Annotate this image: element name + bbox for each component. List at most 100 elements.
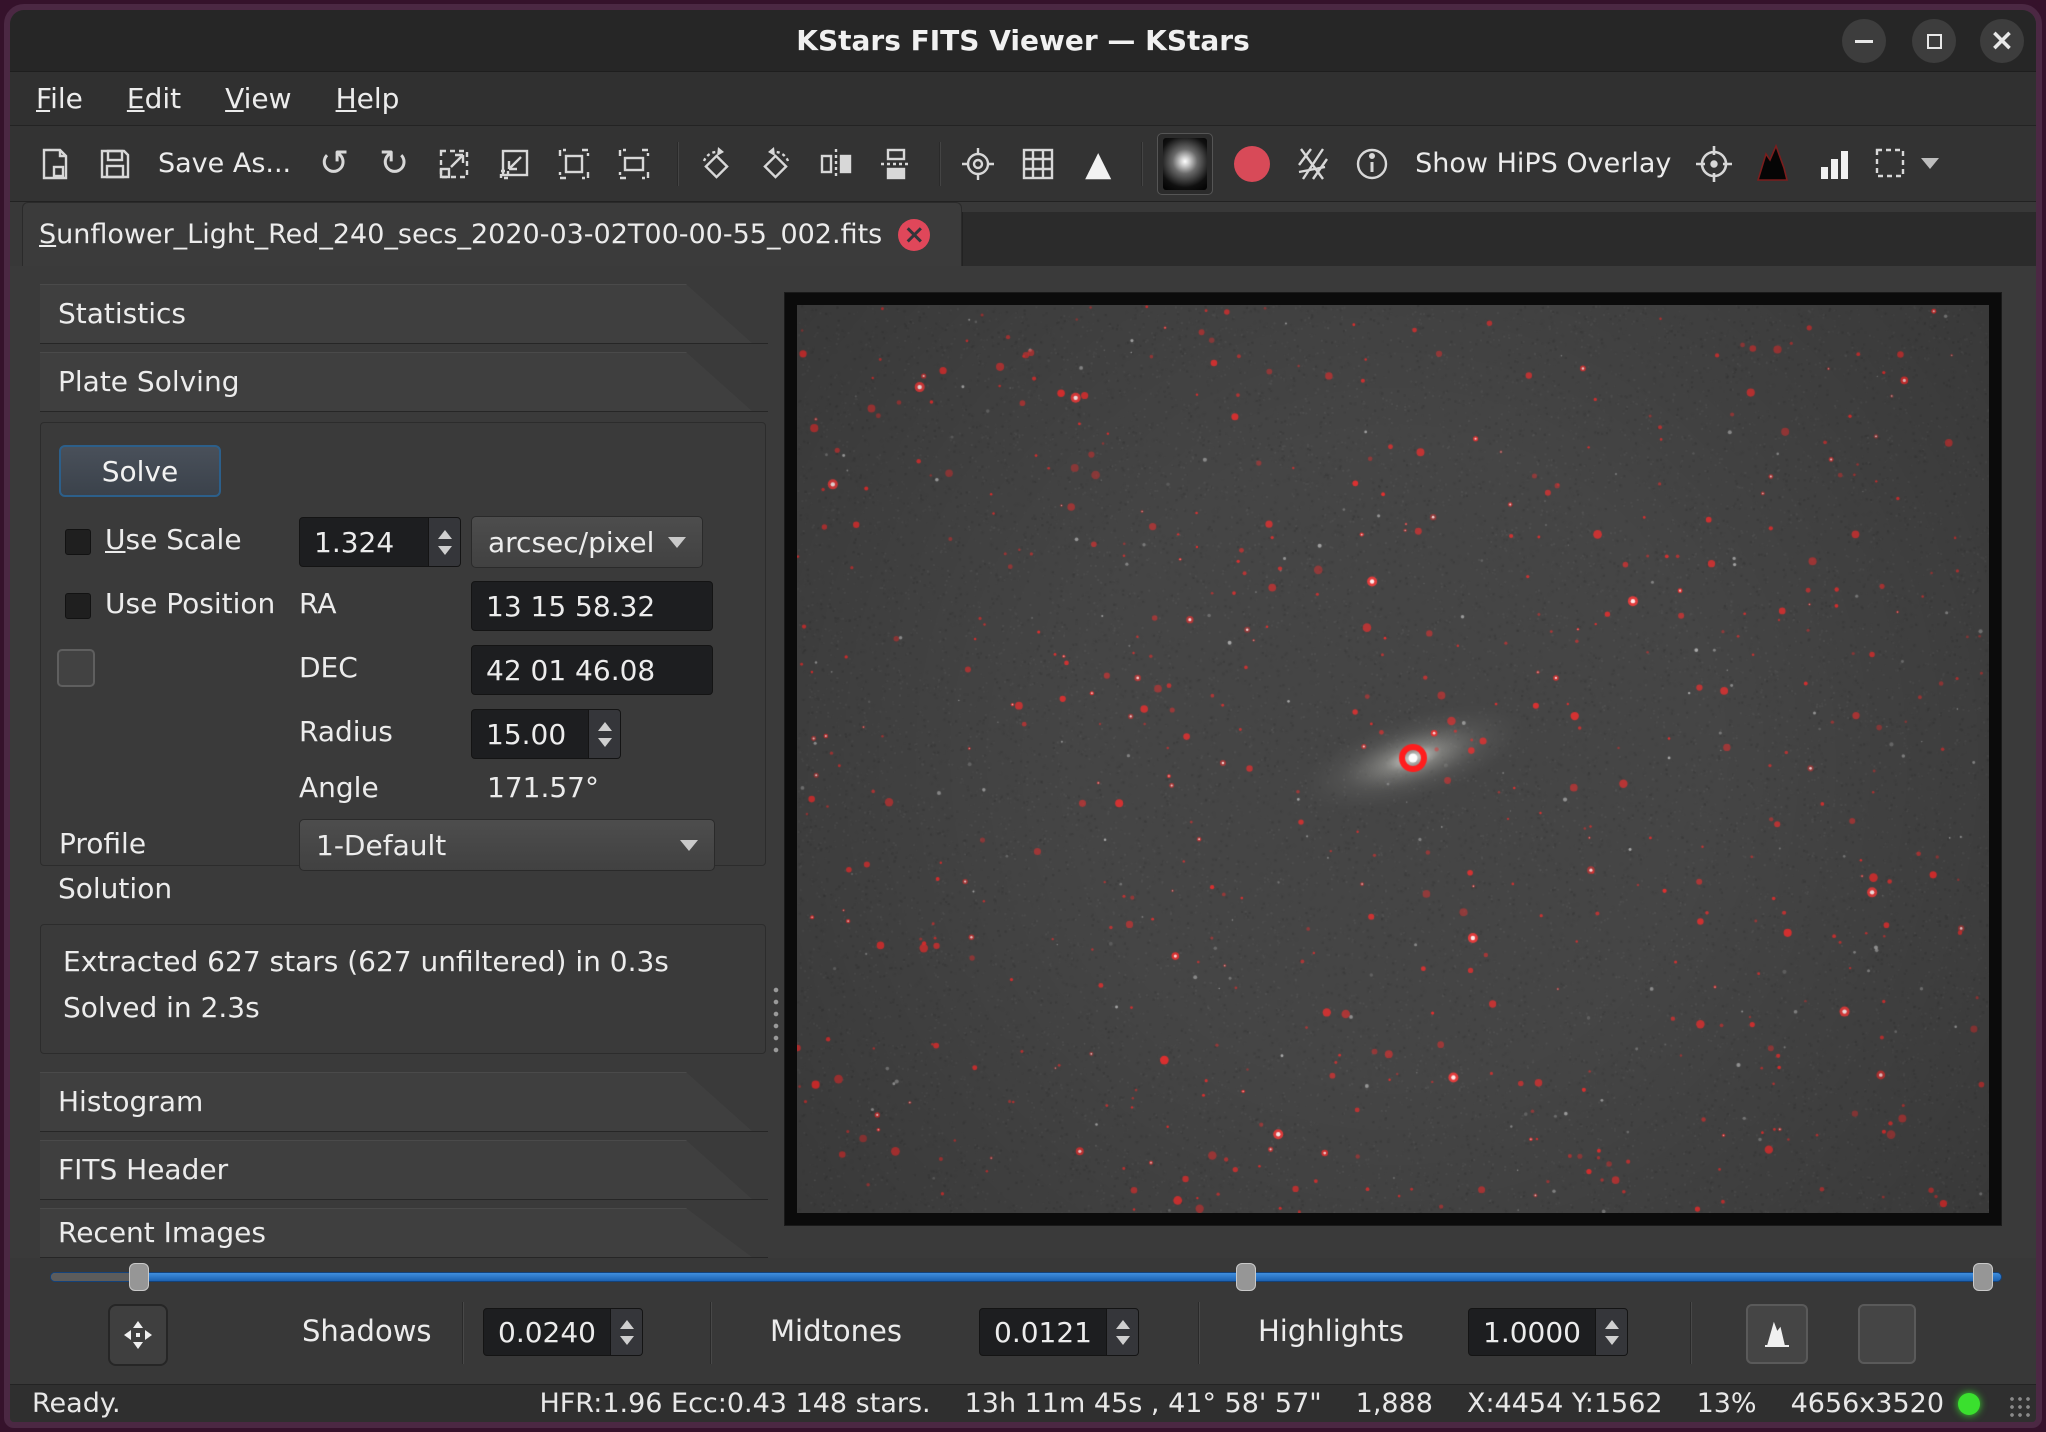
stretch-slider-track[interactable] xyxy=(50,1272,2002,1282)
close-icon: × xyxy=(1989,26,2014,56)
zoom-actual-size-button[interactable] xyxy=(611,135,657,193)
minimize-button[interactable] xyxy=(1842,19,1886,63)
spin-down-icon[interactable] xyxy=(598,738,612,747)
close-button[interactable]: × xyxy=(1980,19,2024,63)
shadows-slider-handle[interactable] xyxy=(129,1263,149,1291)
use-position-checkbox[interactable] xyxy=(65,593,91,619)
pixel-grid-button[interactable] xyxy=(1289,135,1335,193)
dec-input[interactable]: 42 01 46.08 xyxy=(471,645,713,695)
spin-up-icon[interactable] xyxy=(598,722,612,731)
highlights-spinbox[interactable]: 1.0000 xyxy=(1468,1308,1628,1356)
zoom-in-button[interactable] xyxy=(431,135,477,193)
midtones-spinbox[interactable]: 0.0121 xyxy=(979,1308,1139,1356)
menu-file[interactable]: File xyxy=(36,82,83,115)
extra-checkbox[interactable] xyxy=(57,649,95,687)
center-crosshair-button[interactable] xyxy=(1691,135,1737,193)
separator xyxy=(462,1302,464,1364)
resize-grip[interactable] xyxy=(2008,1395,2032,1419)
flip-vertical-button[interactable] xyxy=(873,135,919,193)
radius-spinbox[interactable]: 15.00 xyxy=(471,709,621,759)
radius-spin-arrows[interactable] xyxy=(588,710,620,758)
highlights-spin-arrows[interactable] xyxy=(1595,1309,1627,1355)
use-scale-label: Use Scale xyxy=(105,523,242,556)
splitter-handle[interactable] xyxy=(772,984,780,1054)
spin-up-icon[interactable] xyxy=(438,530,452,539)
center-telescope-button[interactable] xyxy=(955,135,1001,193)
image-tab-label: Sunflower_Light_Red_240_secs_2020-03-02T… xyxy=(39,219,882,250)
spin-down-icon[interactable] xyxy=(1605,1336,1619,1345)
undo-button[interactable]: ↺ xyxy=(311,135,357,193)
show-hips-overlay-button[interactable]: Show HiPS Overlay xyxy=(1409,135,1677,193)
mountain-histogram-icon xyxy=(1754,144,1794,184)
status-right-cluster: HFR:1.96 Ecc:0.43 148 stars. 13h 11m 45s… xyxy=(539,1388,1944,1419)
spin-up-icon[interactable] xyxy=(1116,1320,1130,1329)
menu-view[interactable]: View xyxy=(225,82,291,115)
spin-down-icon[interactable] xyxy=(620,1336,634,1345)
titlebar[interactable]: KStars FITS Viewer — KStars × xyxy=(10,10,2036,72)
spin-down-icon[interactable] xyxy=(438,546,452,555)
profile-value: 1-Default xyxy=(316,829,446,862)
tab-fits-header-label: FITS Header xyxy=(58,1140,228,1200)
dec-value: 42 01 46.08 xyxy=(486,654,655,687)
auto-stretch-toggle[interactable] xyxy=(1858,1304,1916,1364)
save-as-button[interactable]: Save As... xyxy=(152,135,297,193)
tab-statistics[interactable]: Statistics xyxy=(40,284,768,344)
midtones-slider-handle[interactable] xyxy=(1236,1263,1256,1291)
kstars-fits-viewer-window: KStars FITS Viewer — KStars × File Edit … xyxy=(4,4,2042,1428)
save-file-button[interactable] xyxy=(92,135,138,193)
show-stars-button[interactable] xyxy=(1157,133,1213,195)
tab-close-button[interactable]: × xyxy=(898,219,930,251)
tab-statistics-label: Statistics xyxy=(58,284,186,344)
menu-edit[interactable]: Edit xyxy=(127,82,181,115)
rotate-ccw-button[interactable] xyxy=(693,135,739,193)
tab-fits-header[interactable]: FITS Header xyxy=(40,1140,768,1200)
highlights-value: 1.0000 xyxy=(1469,1309,1595,1355)
tab-plate-solving[interactable]: Plate Solving xyxy=(40,352,768,412)
statistics-button[interactable] xyxy=(1811,135,1857,193)
ra-input[interactable]: 13 15 58.32 xyxy=(471,581,713,631)
show-hips-overlay-label: Show HiPS Overlay xyxy=(1409,148,1677,179)
highlights-slider-handle[interactable] xyxy=(1973,1263,1993,1291)
midtones-value: 0.0121 xyxy=(980,1309,1106,1355)
shadows-spinbox[interactable]: 0.0240 xyxy=(483,1308,643,1356)
flip-horizontal-button[interactable] xyxy=(813,135,859,193)
pan-mode-button[interactable] xyxy=(108,1304,168,1366)
scale-spinbox[interactable]: 1.324 xyxy=(299,517,461,567)
scale-spin-arrows[interactable] xyxy=(428,518,460,566)
status-ready: Ready. xyxy=(32,1388,121,1419)
midtones-spin-arrows[interactable] xyxy=(1106,1309,1138,1355)
solve-button[interactable]: Solve xyxy=(59,445,221,497)
use-scale-checkbox[interactable] xyxy=(65,529,91,555)
zoom-out-button[interactable] xyxy=(491,135,537,193)
maximize-button[interactable] xyxy=(1912,19,1956,63)
spin-up-icon[interactable] xyxy=(620,1320,634,1329)
selection-dropdown-caret[interactable] xyxy=(1921,158,1939,169)
stretch-toggle-button[interactable]: ▲ xyxy=(1075,135,1121,193)
solution-title: Solution xyxy=(58,872,172,905)
rotate-cw-button[interactable] xyxy=(753,135,799,193)
image-tab[interactable]: Sunflower_Light_Red_240_secs_2020-03-02T… xyxy=(22,202,962,266)
selection-stat-button[interactable] xyxy=(1871,135,1939,193)
starfield-canvas[interactable] xyxy=(797,305,1989,1213)
grid-overlay-button[interactable] xyxy=(1015,135,1061,193)
crosshair-icon xyxy=(959,145,997,183)
tab-recent-images[interactable]: Recent Images xyxy=(40,1208,768,1258)
menu-help[interactable]: Help xyxy=(336,82,400,115)
histogram-button[interactable] xyxy=(1746,1304,1808,1364)
tab-histogram[interactable]: Histogram xyxy=(40,1072,768,1132)
use-position-label: Use Position xyxy=(105,587,275,620)
shadows-spin-arrows[interactable] xyxy=(610,1309,642,1355)
redo-button[interactable]: ↻ xyxy=(371,135,417,193)
fits-info-button[interactable] xyxy=(1349,135,1395,193)
tabbar: Sunflower_Light_Red_240_secs_2020-03-02T… xyxy=(10,202,2036,266)
status-pixel-value: 1,888 xyxy=(1356,1388,1433,1419)
profile-dropdown[interactable]: 1-Default xyxy=(299,819,715,871)
histogram-overlay-button[interactable] xyxy=(1751,135,1797,193)
spin-up-icon[interactable] xyxy=(1605,1320,1619,1329)
scale-units-dropdown[interactable]: arcsec/pixel xyxy=(471,516,703,568)
open-file-button[interactable] xyxy=(32,135,78,193)
scale-units-value: arcsec/pixel xyxy=(488,526,654,559)
spin-down-icon[interactable] xyxy=(1116,1336,1130,1345)
zoom-fit-button[interactable] xyxy=(551,135,597,193)
mark-stars-button[interactable] xyxy=(1229,135,1275,193)
